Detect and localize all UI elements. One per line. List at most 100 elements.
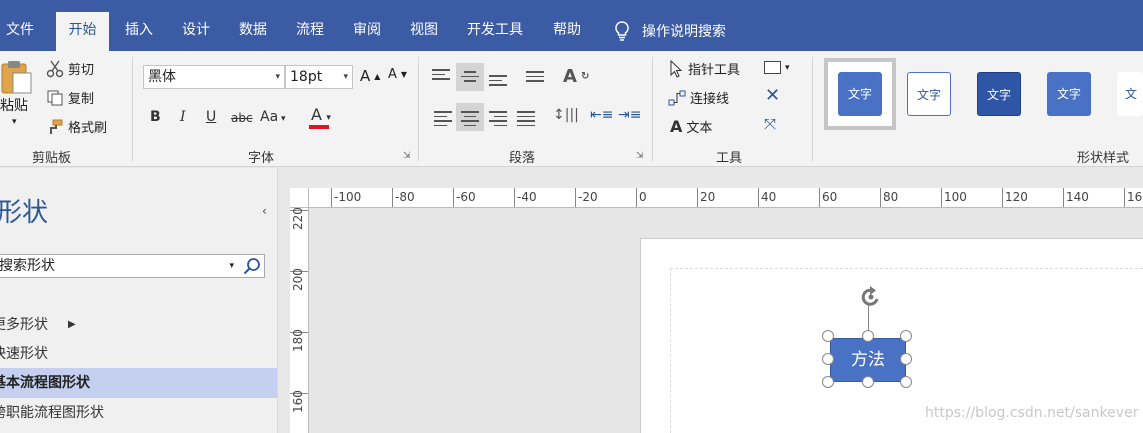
align-left-icon[interactable] bbox=[434, 111, 452, 126]
align-right-icon[interactable] bbox=[489, 111, 507, 126]
ruler-label: 80 bbox=[883, 190, 899, 204]
shape-style-4[interactable]: 文字 bbox=[1047, 72, 1091, 116]
font-group-label: 字体 bbox=[248, 151, 275, 166]
tab-view[interactable]: 视图 bbox=[402, 12, 446, 51]
delete-close-icon[interactable]: ✕ bbox=[765, 85, 780, 106]
pointer-tool-button[interactable]: 指针工具 bbox=[668, 59, 740, 78]
connector-button[interactable]: 连接线 bbox=[668, 88, 729, 107]
paste-label: 粘贴 bbox=[0, 98, 28, 114]
align-center-icon[interactable] bbox=[461, 111, 479, 126]
shapes-pane-title: 形状 bbox=[0, 198, 49, 228]
ruler-label: -40 bbox=[517, 190, 537, 204]
change-case-label: Aa bbox=[260, 109, 279, 125]
font-dialog-launcher-icon[interactable]: ⇲ bbox=[403, 151, 411, 161]
rectangle-tool-button[interactable]: ▾ bbox=[764, 61, 790, 74]
shape-style-1[interactable]: 文字 bbox=[838, 72, 882, 116]
italic-button[interactable]: I bbox=[180, 109, 186, 125]
change-case-button[interactable]: Aa ▾ bbox=[260, 109, 286, 125]
tab-design[interactable]: 设计 bbox=[174, 12, 218, 51]
tab-data[interactable]: 数据 bbox=[231, 12, 275, 51]
bullets-icon[interactable] bbox=[526, 71, 544, 85]
ruler-tick bbox=[514, 188, 515, 207]
pane-item-cross-functional[interactable]: 跨职能流程图形状 bbox=[0, 398, 277, 428]
chevron-down-icon[interactable]: ▾ bbox=[229, 255, 234, 277]
paragraph-dialog-launcher-icon[interactable]: ⇲ bbox=[636, 151, 644, 161]
tab-review[interactable]: 审阅 bbox=[345, 12, 389, 51]
tab-developer[interactable]: 开发工具 bbox=[459, 12, 531, 51]
tell-me-label: 操作说明搜索 bbox=[642, 24, 726, 40]
ruler-tick bbox=[819, 188, 820, 207]
ruler-label: 200 bbox=[291, 268, 305, 291]
tell-me-search[interactable]: 操作说明搜索 bbox=[612, 18, 726, 44]
ruler-label: 16 bbox=[1127, 190, 1143, 204]
shrink-font-button[interactable]: A ▼ bbox=[388, 67, 407, 82]
tab-insert[interactable]: 插入 bbox=[117, 12, 161, 51]
cut-label: 剪切 bbox=[68, 63, 95, 78]
shape-style-5[interactable]: 文字 bbox=[1117, 72, 1143, 116]
ruler-tick bbox=[1124, 188, 1125, 207]
resize-handle-top-left[interactable] bbox=[822, 330, 834, 342]
shape-style-3[interactable]: 文字 bbox=[977, 72, 1021, 116]
grow-font-button[interactable]: A ▲ bbox=[360, 67, 380, 85]
connector-icon bbox=[668, 90, 686, 105]
resize-handle-right[interactable] bbox=[900, 353, 912, 365]
text-tool-icon: A bbox=[670, 117, 683, 136]
ruler-label: 140 bbox=[1066, 190, 1089, 204]
copy-button[interactable]: 复制 bbox=[46, 88, 94, 107]
align-middle-icon[interactable] bbox=[461, 71, 479, 85]
tab-process[interactable]: 流程 bbox=[288, 12, 332, 51]
vertical-ruler: 220 200 180 160 bbox=[290, 208, 309, 433]
ruler-label: -20 bbox=[578, 190, 598, 204]
collapse-pane-icon[interactable]: ‹ bbox=[262, 204, 267, 218]
search-icon[interactable] bbox=[243, 257, 261, 275]
resize-handle-bottom[interactable] bbox=[862, 376, 874, 388]
pane-item-more-shapes[interactable]: 更多形状 ▶ bbox=[0, 310, 277, 340]
tab-file[interactable]: 文件 bbox=[0, 12, 40, 51]
bold-button[interactable]: B bbox=[150, 109, 161, 125]
align-top-icon[interactable] bbox=[432, 69, 450, 83]
font-family-select[interactable]: 黑体 ▾ bbox=[143, 65, 285, 89]
group-separator bbox=[652, 57, 653, 161]
tab-home[interactable]: 开始 bbox=[56, 12, 109, 51]
underline-button[interactable]: U bbox=[206, 109, 216, 125]
ruler-label: -100 bbox=[334, 190, 362, 204]
shrink-font-icon: A bbox=[388, 67, 397, 82]
text-direction-icon[interactable]: A ↻ bbox=[563, 66, 589, 87]
search-shapes-input[interactable]: 搜索形状 ▾ bbox=[0, 254, 265, 278]
resize-handle-top-right[interactable] bbox=[900, 330, 912, 342]
resize-handle-bottom-right[interactable] bbox=[900, 376, 912, 388]
copy-label: 复制 bbox=[68, 92, 95, 107]
cut-button[interactable]: 剪切 bbox=[46, 59, 94, 78]
justify-icon[interactable] bbox=[517, 111, 535, 126]
resize-handle-bottom-left[interactable] bbox=[822, 376, 834, 388]
decrease-indent-icon[interactable]: ⇤≡ bbox=[590, 107, 613, 123]
resize-handle-top[interactable] bbox=[862, 330, 874, 342]
pane-item-basic-flowchart[interactable]: 基本流程图形状 bbox=[0, 368, 277, 398]
grow-font-icon: A bbox=[360, 67, 371, 85]
ruler-label: 160 bbox=[291, 390, 305, 413]
pointer-tool-label: 指针工具 bbox=[688, 63, 741, 78]
font-size-value: 18pt bbox=[290, 69, 323, 85]
ruler-tick bbox=[331, 188, 332, 207]
rotation-handle-icon[interactable] bbox=[856, 284, 886, 310]
ruler-tick bbox=[941, 188, 942, 207]
clipboard-group-label: 剪贴板 bbox=[32, 151, 72, 166]
pane-item-quick-shapes[interactable]: 快速形状 bbox=[0, 339, 277, 369]
strikethrough-button[interactable]: abc bbox=[231, 111, 253, 125]
paste-button[interactable]: 粘贴 ▾ bbox=[0, 59, 34, 127]
paragraph-group-label: 段落 bbox=[509, 151, 536, 166]
format-painter-button[interactable]: 格式刷 bbox=[46, 117, 107, 136]
resize-handle-left[interactable] bbox=[822, 353, 834, 365]
line-spacing-icon[interactable]: ↕||| bbox=[553, 107, 579, 123]
shape-style-2[interactable]: 文字 bbox=[907, 72, 951, 116]
connection-point-icon[interactable]: ⤧ bbox=[764, 115, 776, 133]
font-color-button[interactable]: A ▾ bbox=[309, 105, 331, 129]
paste-dropdown-icon[interactable]: ▾ bbox=[12, 117, 17, 127]
align-bottom-icon[interactable] bbox=[489, 75, 507, 89]
lightbulb-icon bbox=[615, 21, 629, 41]
increase-indent-icon[interactable]: ⇥≡ bbox=[618, 107, 641, 123]
tab-help[interactable]: 帮助 bbox=[545, 12, 589, 51]
chevron-down-icon: ▾ bbox=[343, 72, 348, 82]
font-size-select[interactable]: 18pt ▾ bbox=[285, 65, 353, 89]
text-tool-button[interactable]: A 文本 bbox=[670, 117, 712, 136]
